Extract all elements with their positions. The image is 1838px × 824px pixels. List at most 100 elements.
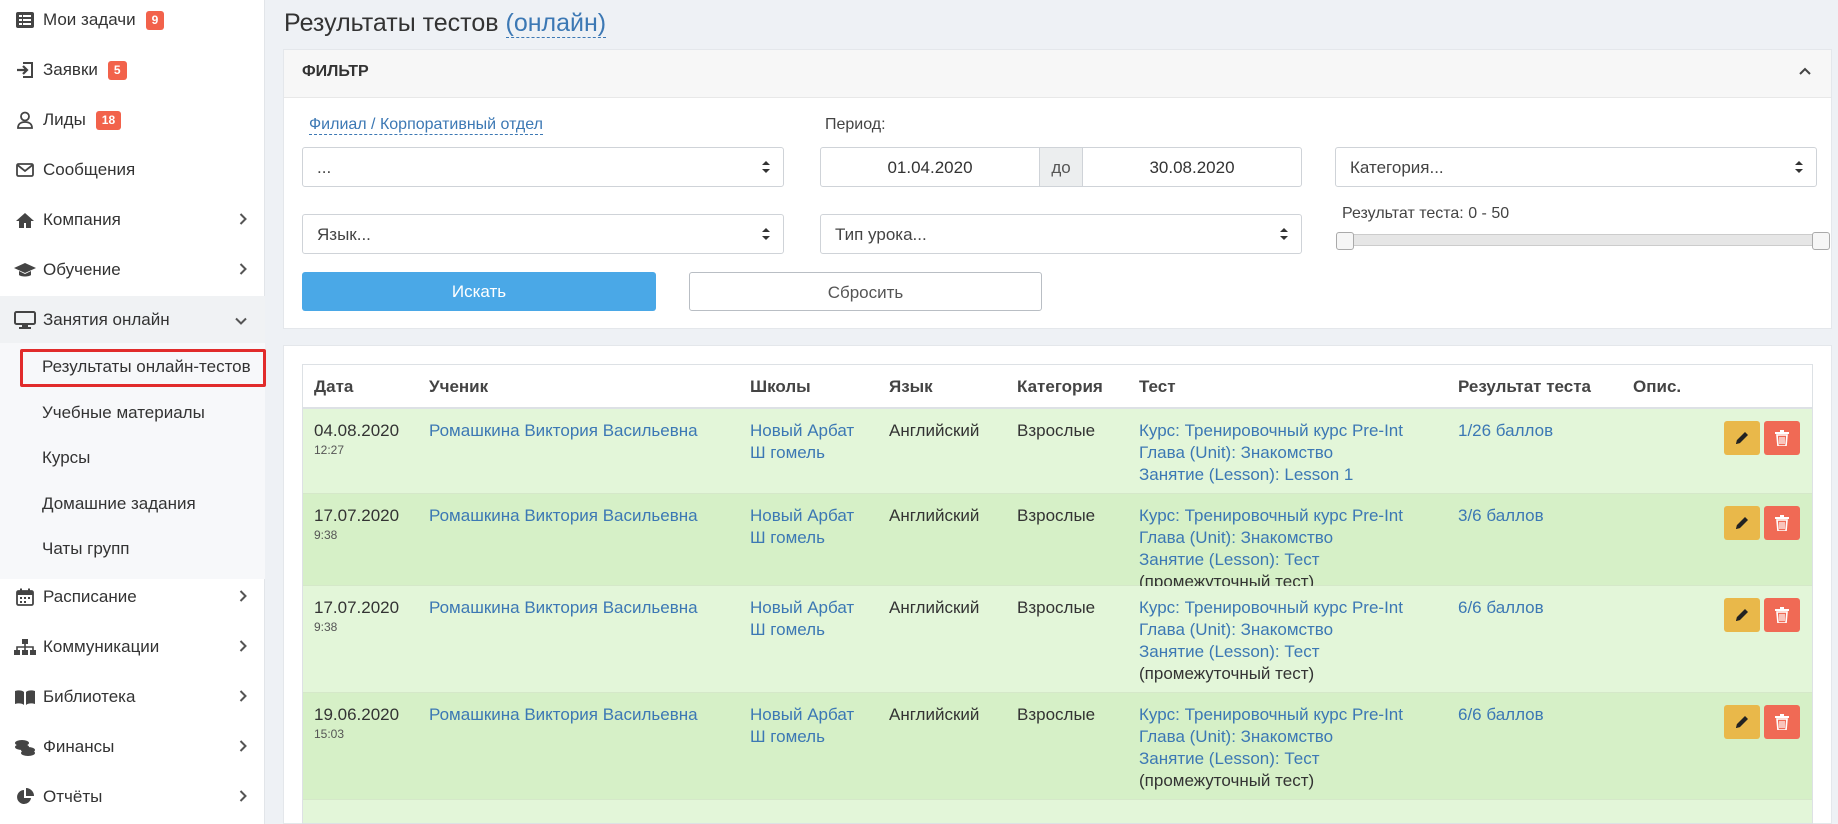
row-date: 17.07.2020 9:38 <box>314 505 399 543</box>
test-unit-link[interactable]: Глава (Unit): Знакомство <box>1139 619 1403 641</box>
select-arrows-icon <box>1279 226 1289 242</box>
student-link[interactable]: Ромашкина Виктория Васильевна <box>429 597 698 619</box>
category-select[interactable]: Категория... <box>1335 147 1817 187</box>
delete-button[interactable] <box>1764 705 1800 739</box>
sidebar-item-label: Финансы <box>43 737 115 756</box>
sidebar-item-schedule[interactable]: Расписание <box>0 573 265 621</box>
sidebar-item-label: Отчёты <box>43 787 103 806</box>
branch-select[interactable]: ... <box>302 147 784 187</box>
chevron-right-icon <box>239 739 247 755</box>
delete-button[interactable] <box>1764 421 1800 455</box>
school-link[interactable]: Ш гомель <box>750 527 854 549</box>
chevron-right-icon <box>239 789 247 805</box>
sidebar-item-leads[interactable]: Лиды 18 <box>0 96 265 144</box>
sidebar-item-requests[interactable]: Заявки 5 <box>0 46 265 94</box>
page-title-text: Результаты тестов <box>284 9 499 37</box>
result-link[interactable]: 6/6 баллов <box>1458 704 1544 726</box>
test-lesson-link[interactable]: Занятие (Lesson): Тест <box>1139 641 1403 663</box>
sidebar-item-my-tasks[interactable]: Мои задачи 9 <box>0 0 265 44</box>
school-cell: Новый Арбат Ш гомель <box>750 704 854 748</box>
date-to-input[interactable]: 30.08.2020 <box>1083 148 1301 186</box>
result-range-slider[interactable] <box>1345 234 1820 246</box>
count-badge: 5 <box>107 60 127 80</box>
category-cell: Взрослые <box>1017 506 1096 525</box>
school-cell: Новый Арбат Ш гомель <box>750 505 854 549</box>
language-select[interactable]: Язык... <box>302 214 784 254</box>
page-title: Результаты тестов (онлайн) <box>284 9 607 38</box>
result-link[interactable]: 6/6 баллов <box>1458 597 1544 619</box>
edit-button[interactable] <box>1724 421 1760 455</box>
lesson-type-select[interactable]: Тип урока... <box>820 214 1302 254</box>
column-header[interactable]: Результат теста <box>1458 377 1591 397</box>
test-unit-link[interactable]: Глава (Unit): Знакомство <box>1139 442 1403 464</box>
branch-select-value: ... <box>317 158 332 177</box>
result-link[interactable]: 1/26 баллов <box>1458 420 1553 442</box>
column-header[interactable]: Ученик <box>429 377 488 397</box>
edit-button[interactable] <box>1724 506 1760 540</box>
delete-button[interactable] <box>1764 506 1800 540</box>
school-link[interactable]: Новый Арбат <box>750 505 854 527</box>
sidebar-item-messages[interactable]: Сообщения <box>0 146 265 194</box>
sidebar-item-library[interactable]: Библиотека <box>0 673 265 721</box>
select-arrows-icon <box>761 159 771 175</box>
column-header[interactable]: Категория <box>1017 377 1103 397</box>
student-link[interactable]: Ромашкина Виктория Васильевна <box>429 704 698 726</box>
school-link[interactable]: Ш гомель <box>750 442 854 464</box>
sidebar-item-label: Мои задачи <box>43 10 136 29</box>
reset-button[interactable]: Сбросить <box>689 272 1042 311</box>
column-header[interactable]: Язык <box>889 377 933 397</box>
test-note: (промежуточный тест) <box>1139 771 1315 790</box>
sidebar-subitem-homework[interactable]: Домашние задания <box>42 494 196 514</box>
sidebar-item-reports[interactable]: Отчёты <box>0 773 265 821</box>
branch-filter-label[interactable]: Филиал / Корпоративный отдел <box>309 116 543 135</box>
column-header[interactable]: Школы <box>750 377 811 397</box>
student-link[interactable]: Ромашкина Виктория Васильевна <box>429 505 698 527</box>
slider-handle-max[interactable] <box>1812 232 1830 250</box>
test-course-link[interactable]: Курс: Тренировочный курс Pre-Int <box>1139 420 1403 442</box>
page-title-mode-link[interactable]: (онлайн) <box>505 9 607 38</box>
school-link[interactable]: Ш гомель <box>750 619 854 641</box>
school-link[interactable]: Новый Арбат <box>750 597 854 619</box>
test-course-link[interactable]: Курс: Тренировочный курс Pre-Int <box>1139 704 1403 726</box>
row-date-time: 9:38 <box>314 620 338 634</box>
sidebar-item-education[interactable]: Обучение <box>0 246 265 294</box>
sidebar-item-finance[interactable]: Финансы <box>0 723 265 771</box>
sidebar-subitem-materials[interactable]: Учебные материалы <box>42 403 205 423</box>
slider-handle-min[interactable] <box>1336 232 1354 250</box>
result-link[interactable]: 3/6 баллов <box>1458 505 1544 527</box>
student-link[interactable]: Ромашкина Виктория Васильевна <box>429 420 698 442</box>
sidebar-subitem-online-test-results[interactable]: Результаты онлайн-тестов <box>42 357 251 377</box>
coins-icon <box>14 737 36 757</box>
test-course-link[interactable]: Курс: Тренировочный курс Pre-Int <box>1139 597 1403 619</box>
sidebar-item-online-lessons[interactable]: Занятия онлайн <box>0 296 265 344</box>
sidebar-item-label: Библиотека <box>43 687 136 706</box>
test-lesson-link[interactable]: Занятие (Lesson): Тест <box>1139 748 1403 770</box>
school-link[interactable]: Новый Арбат <box>750 420 854 442</box>
test-unit-link[interactable]: Глава (Unit): Знакомство <box>1139 527 1403 549</box>
edit-button[interactable] <box>1724 705 1760 739</box>
sidebar-subitem-group-chats[interactable]: Чаты групп <box>42 539 130 559</box>
test-course-link[interactable]: Курс: Тренировочный курс Pre-Int <box>1139 505 1403 527</box>
school-link[interactable]: Ш гомель <box>750 726 854 748</box>
test-lesson-link[interactable]: Занятие (Lesson): Lesson 1 <box>1139 464 1403 486</box>
main-content: Результаты тестов (онлайн) ФИЛЬТР Филиал… <box>266 0 1838 824</box>
test-lesson-link[interactable]: Занятие (Lesson): Тест <box>1139 549 1403 571</box>
select-arrows-icon <box>1794 159 1804 175</box>
search-button[interactable]: Искать <box>302 272 656 311</box>
test-unit-link[interactable]: Глава (Unit): Знакомство <box>1139 726 1403 748</box>
row-date-day: 17.07.2020 <box>314 598 400 617</box>
sidebar-subitem-courses[interactable]: Курсы <box>42 448 90 468</box>
test-cell: Курс: Тренировочный курс Pre-Int Глава (… <box>1139 597 1403 685</box>
school-cell: Новый Арбат Ш гомель <box>750 597 854 641</box>
chevron-up-icon[interactable] <box>1797 64 1815 82</box>
column-header[interactable]: Опис. <box>1633 377 1681 397</box>
date-from-input[interactable]: 01.04.2020 <box>821 148 1039 186</box>
edit-button[interactable] <box>1724 598 1760 632</box>
delete-button[interactable] <box>1764 598 1800 632</box>
school-link[interactable]: Новый Арбат <box>750 704 854 726</box>
filter-header[interactable]: ФИЛЬТР <box>284 50 1831 98</box>
sidebar-item-company[interactable]: Компания <box>0 196 265 244</box>
column-header[interactable]: Дата <box>314 377 353 397</box>
column-header[interactable]: Тест <box>1139 377 1176 397</box>
sidebar-item-communications[interactable]: Коммуникации <box>0 623 265 671</box>
